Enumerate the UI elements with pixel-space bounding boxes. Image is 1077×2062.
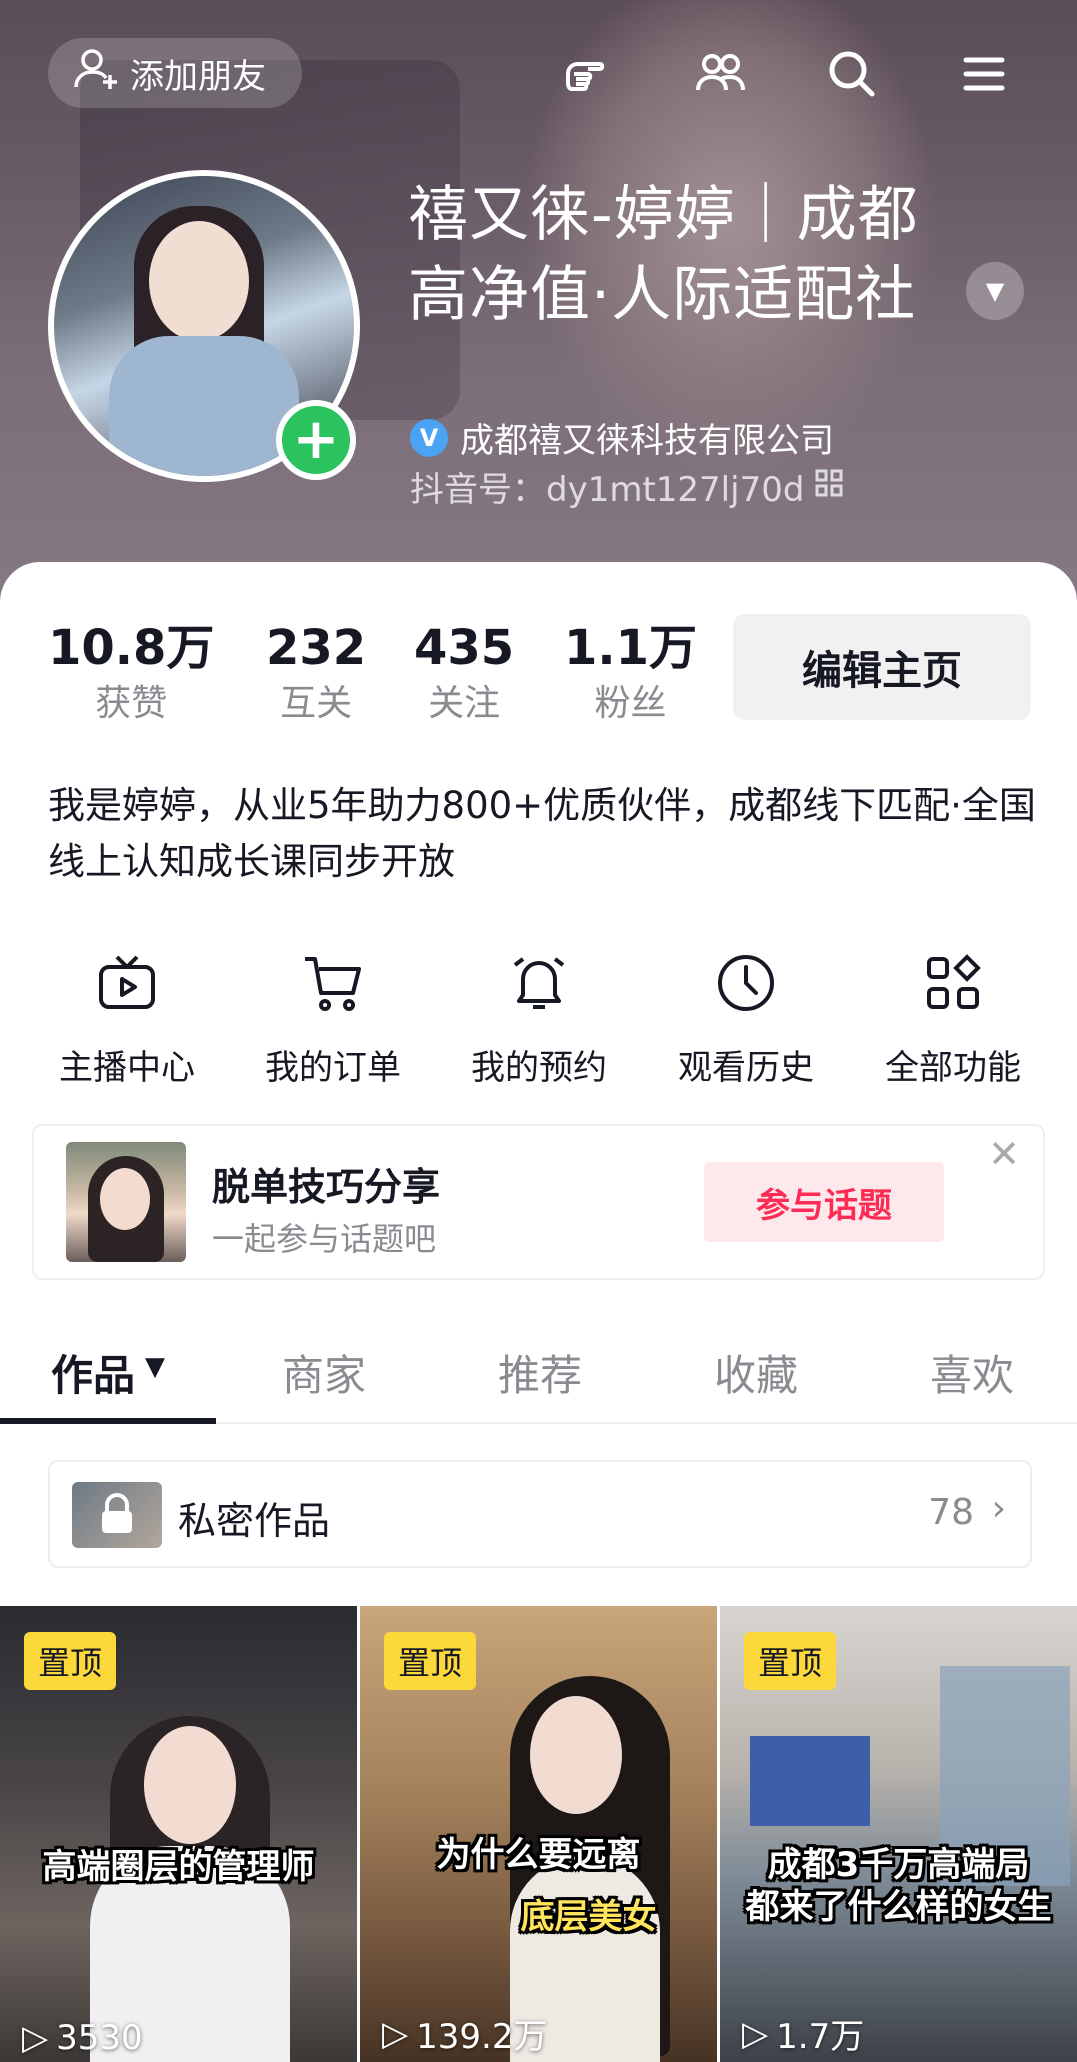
- play-icon: ▷: [742, 2013, 769, 2054]
- stat-label: 关注: [428, 683, 501, 724]
- feature-my-reservations[interactable]: 我的预约: [454, 948, 624, 1089]
- tab-label: 作品: [50, 1351, 135, 1400]
- tv-play-icon: [42, 948, 212, 1018]
- hand-pointer-icon[interactable]: [552, 42, 616, 106]
- feature-my-orders[interactable]: 我的订单: [248, 948, 418, 1089]
- video-caption-line2: 底层美女: [520, 1897, 657, 1937]
- chevron-right-icon: ›: [991, 1488, 1006, 1529]
- stat-label: 粉丝: [594, 683, 667, 724]
- tab-works[interactable]: 作品 ▼: [0, 1320, 216, 1424]
- caret-down-icon: ▼: [145, 1352, 165, 1382]
- verified-company[interactable]: V 成都禧又徕科技有限公司: [410, 413, 834, 462]
- video-tile[interactable]: 置顶 高端圈层的管理师 ▷ 3530: [0, 1606, 357, 2062]
- stat-following[interactable]: 435 关注: [414, 620, 514, 732]
- stat-value: 232: [266, 620, 367, 676]
- feature-streamer-center[interactable]: 主播中心: [42, 948, 212, 1089]
- bell-icon: [454, 948, 624, 1018]
- pinned-badge: 置顶: [384, 1632, 477, 1690]
- video-grid: 置顶 高端圈层的管理师 ▷ 3530 置顶 为什么要远离 底层美女 ▷ 139.…: [0, 1606, 1077, 2062]
- grid-icon: [868, 948, 1038, 1018]
- video-caption-line1: 成都3千万高端局: [767, 1845, 1030, 1885]
- edit-profile-button[interactable]: 编辑主页: [733, 614, 1031, 720]
- play-count: ▷ 3530: [22, 2018, 143, 2058]
- stat-likes[interactable]: 10.8万 获赞: [48, 620, 214, 732]
- play-count: ▷ 1.7万: [742, 2013, 865, 2058]
- join-topic-button[interactable]: 参与话题: [704, 1162, 944, 1242]
- feature-label: 主播中心: [59, 1048, 195, 1088]
- top-bar: 添加朋友: [0, 28, 1077, 118]
- private-works-row[interactable]: 私密作品 78 ›: [48, 1460, 1032, 1568]
- play-count: ▷ 139.2万: [382, 2013, 548, 2058]
- stat-value: 1.1万: [564, 620, 698, 676]
- add-user-icon: [72, 45, 120, 102]
- play-icon: ▷: [382, 2013, 409, 2054]
- video-caption: 高端圈层的管理师: [42, 1847, 315, 1887]
- content-tabs: 作品 ▼ 商家 推荐 收藏 喜欢: [0, 1320, 1077, 1424]
- topic-subtitle: 一起参与话题吧: [212, 1220, 437, 1258]
- lock-icon: [72, 1482, 162, 1548]
- clock-icon: [661, 948, 831, 1018]
- play-icon: ▷: [22, 2018, 49, 2058]
- topic-thumbnail: [66, 1142, 186, 1262]
- verified-badge-icon: V: [410, 418, 448, 457]
- add-story-plus-button[interactable]: +: [276, 400, 356, 480]
- profile-name: 禧又徕-婷婷｜成都高净值·人际适配社: [408, 180, 919, 330]
- close-icon[interactable]: ✕: [984, 1134, 1024, 1174]
- pinned-badge: 置顶: [24, 1632, 117, 1690]
- feature-all-functions[interactable]: 全部功能: [868, 948, 1038, 1089]
- feature-label: 我的预约: [471, 1048, 607, 1088]
- feature-label: 我的订单: [265, 1048, 401, 1088]
- stat-label: 互关: [280, 683, 353, 724]
- stat-label: 获赞: [95, 683, 168, 724]
- friends-icon[interactable]: [688, 42, 752, 106]
- douyin-id-text: 抖音号：dy1mt127lj70d: [410, 470, 805, 510]
- stat-mutual[interactable]: 232 互关: [266, 620, 366, 732]
- menu-icon[interactable]: [952, 42, 1016, 106]
- tab-favorites[interactable]: 收藏: [648, 1320, 864, 1424]
- video-tile[interactable]: 置顶 成都3千万高端局 都来了什么样的女生 ▷ 1.7万: [720, 1606, 1077, 2062]
- video-caption-line2: 都来了什么样的女生: [745, 1887, 1052, 1927]
- profile-bio: 我是婷婷，从业5年助力800+优质伙伴，成都线下匹配·全国线上认知成长课同步开放: [48, 784, 1036, 883]
- video-caption-line1: 为什么要远离: [436, 1835, 641, 1875]
- verified-company-name: 成都禧又徕科技有限公司: [460, 421, 834, 461]
- name-dropdown-icon[interactable]: ▼: [966, 262, 1024, 320]
- add-friend-label: 添加朋友: [130, 56, 266, 97]
- feature-label: 观看历史: [678, 1048, 814, 1088]
- tab-recommend[interactable]: 推荐: [432, 1320, 648, 1424]
- topic-card[interactable]: 脱单技巧分享 一起参与话题吧 参与话题 ✕: [32, 1124, 1045, 1280]
- private-works-label: 私密作品: [178, 1499, 331, 1543]
- stat-followers[interactable]: 1.1万 粉丝: [564, 620, 697, 732]
- add-friend-button[interactable]: 添加朋友: [48, 38, 302, 108]
- stat-value: 435: [414, 620, 515, 676]
- cart-icon: [248, 948, 418, 1018]
- video-tile[interactable]: 置顶 为什么要远离 底层美女 ▷ 139.2万: [360, 1606, 717, 2062]
- stat-value: 10.8万: [48, 620, 215, 676]
- feature-watch-history[interactable]: 观看历史: [661, 948, 831, 1089]
- private-works-count: 78: [928, 1492, 974, 1533]
- active-tab-indicator: [0, 1418, 216, 1424]
- search-icon[interactable]: [820, 42, 884, 106]
- topic-title: 脱单技巧分享: [212, 1165, 441, 1209]
- feature-label: 全部功能: [885, 1048, 1021, 1088]
- qr-code-icon: [814, 467, 844, 507]
- tab-merchant[interactable]: 商家: [216, 1320, 432, 1424]
- tab-likes[interactable]: 喜欢: [864, 1320, 1077, 1424]
- douyin-id[interactable]: 抖音号：dy1mt127lj70d: [410, 462, 844, 511]
- pinned-badge: 置顶: [744, 1632, 837, 1690]
- feature-shortcuts: 主播中心 我的订单 我的预约 观看历史 全部功能: [0, 948, 1077, 1088]
